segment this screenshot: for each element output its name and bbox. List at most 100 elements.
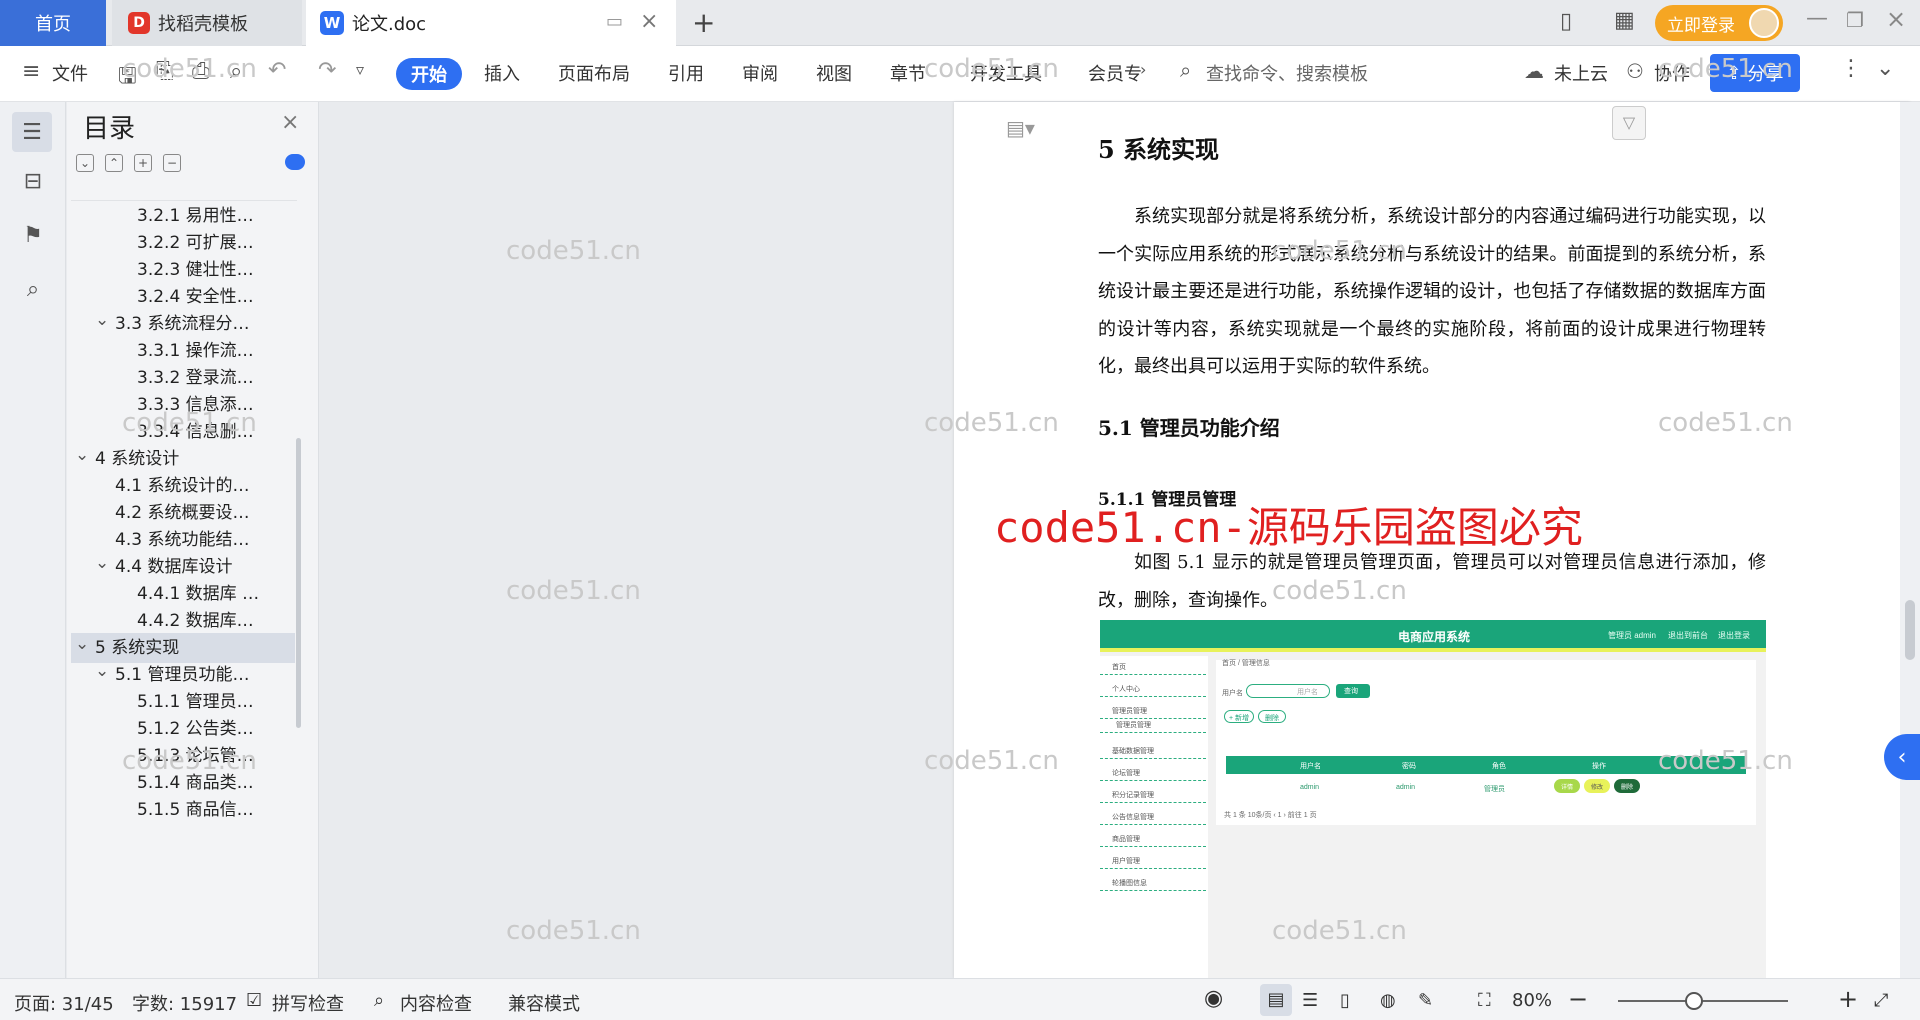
collapse-up-icon[interactable]: ⌃ <box>105 154 123 172</box>
close-icon[interactable]: × <box>281 110 299 135</box>
bookmark-icon[interactable]: ⚑ <box>18 220 48 250</box>
toc-item[interactable]: 5.1.5 商品信… <box>71 795 295 825</box>
collab-button[interactable]: 协作 <box>1654 60 1690 86</box>
preview-icon[interactable]: ⌕ <box>230 59 242 84</box>
collapse-all-icon[interactable]: − <box>163 154 181 172</box>
toc-item[interactable]: 5.1.4 商品类… <box>71 768 295 798</box>
restore-icon[interactable]: ❐ <box>1846 8 1864 32</box>
chevron-right-icon[interactable]: › <box>1140 60 1146 79</box>
filter-icon[interactable]: ▽ <box>1612 106 1646 140</box>
toc-item[interactable]: ⌄ 4.4 数据库设计 <box>71 552 295 582</box>
spell-check-button[interactable]: 拼写检查 <box>272 990 344 1016</box>
reading-view-icon[interactable]: ▯ <box>1340 990 1350 1011</box>
vertical-scrollbar[interactable] <box>1900 102 1920 978</box>
heading-2[interactable]: 5.1 管理员功能介绍 <box>1098 412 1280 441</box>
search-input[interactable]: 查找命令、搜索模板 <box>1206 60 1368 86</box>
web-view-icon[interactable]: ◍ <box>1380 990 1396 1011</box>
ai-icon[interactable] <box>285 154 305 170</box>
fullscreen-icon[interactable]: ⤢ <box>1874 990 1888 1011</box>
outline-view-icon[interactable]: ☰ <box>1302 990 1318 1011</box>
page-menu-icon[interactable]: ▤▾ <box>1006 116 1035 140</box>
ribbon-tab-member[interactable]: 会员专 <box>1088 60 1142 86</box>
ribbon-tab-view[interactable]: 视图 <box>816 60 852 86</box>
toc-item[interactable]: ⌄ 4 系统设计 <box>71 444 295 474</box>
cloud-status[interactable]: 未上云 <box>1554 60 1608 86</box>
collapse-ribbon-icon[interactable]: ⌄ <box>1876 56 1894 81</box>
chevron-down-icon[interactable]: ⌄ <box>95 660 109 686</box>
toc-item[interactable]: 3.3.4 信息删… <box>71 417 295 447</box>
layout-icon[interactable]: ▯ <box>1560 9 1572 34</box>
eye-protection-icon[interactable]: ◉ <box>1204 986 1223 1011</box>
chevron-down-icon[interactable]: ⌄ <box>95 309 109 335</box>
more-dropdown-icon[interactable]: ▿ <box>356 60 364 79</box>
toc-scrollbar[interactable] <box>296 438 301 728</box>
pen-icon[interactable]: ✎ <box>1418 990 1433 1011</box>
apps-grid-icon[interactable]: ▦ <box>1614 8 1635 33</box>
zoom-out-icon[interactable]: − <box>1568 985 1588 1013</box>
redo-icon[interactable]: ↷ <box>318 58 336 83</box>
toc-item[interactable]: 3.3.2 登录流… <box>71 363 295 393</box>
page-view-icon[interactable]: ▤ <box>1260 984 1292 1016</box>
toc-icon[interactable]: ☰ <box>12 112 52 152</box>
embedded-screenshot[interactable]: 电商应用系统 管理员 admin 退出到前台 退出登录 首页 个人中心 管理员管理管… <box>1100 620 1766 978</box>
compat-mode[interactable]: 兼容模式 <box>508 990 580 1016</box>
paragraph[interactable]: 系统实现部分就是将系统分析，系统设计部分的内容通过编码进行功能实现，以一个实际应… <box>1098 198 1766 386</box>
zoom-in-icon[interactable]: + <box>1838 985 1858 1013</box>
heading-1[interactable]: 5 系统实现 <box>1098 130 1219 165</box>
toc-item[interactable]: 5.1.3 论坛管… <box>71 741 295 771</box>
find-icon[interactable]: ⌕ <box>18 274 48 304</box>
monitor-icon[interactable]: ▭ <box>606 11 623 32</box>
chevron-down-icon[interactable]: ⌄ <box>95 552 109 578</box>
chevron-down-icon[interactable]: ⌄ <box>75 633 89 659</box>
ribbon-tab-references[interactable]: 引用 <box>668 60 704 86</box>
new-tab-button[interactable]: + <box>692 6 715 39</box>
close-tab-icon[interactable]: × <box>640 9 658 34</box>
scroll-thumb[interactable] <box>1905 600 1915 660</box>
content-check-button[interactable]: 内容检查 <box>400 990 472 1016</box>
ribbon-tab-layout[interactable]: 页面布局 <box>558 60 630 86</box>
toc-item[interactable]: 5.1.2 公告类… <box>71 714 295 744</box>
file-menu[interactable]: 文件 <box>52 60 88 86</box>
login-button[interactable]: 立即登录 <box>1655 5 1783 41</box>
print-icon[interactable]: ⎙ <box>192 59 210 84</box>
tab-document[interactable]: W 论文.doc ▭ × <box>306 0 676 46</box>
tab-home[interactable]: 首页 <box>0 0 106 46</box>
kebab-menu-icon[interactable]: ⋮ <box>1840 56 1862 81</box>
paragraph[interactable]: 如图 5.1 显示的就是管理员管理页面，管理员可以对管理员信息进行添加，修改，删… <box>1098 544 1766 619</box>
toc-item[interactable]: 4.1 系统设计的… <box>71 471 295 501</box>
ribbon-tab-start[interactable]: 开始 <box>396 58 462 90</box>
tab-daoke[interactable]: D 找稻壳模板 <box>112 0 302 46</box>
toc-item[interactable]: 4.3 系统功能结… <box>71 525 295 555</box>
toc-item[interactable]: 5.1.1 管理员… <box>71 687 295 717</box>
hamburger-icon[interactable]: ≡ <box>22 59 40 84</box>
ribbon-tab-insert[interactable]: 插入 <box>484 60 520 86</box>
toc-item[interactable]: 4.4.2 数据库… <box>71 606 295 636</box>
toc-item[interactable]: 3.2.2 可扩展… <box>71 228 295 258</box>
toc-item[interactable]: ⌄ 5.1 管理员功能… <box>71 660 295 690</box>
fit-page-icon[interactable]: ⛶ <box>1478 990 1491 1011</box>
toc-item[interactable]: 3.3.1 操作流… <box>71 336 295 366</box>
chevron-down-icon[interactable]: ⌄ <box>75 444 89 470</box>
outline-icon[interactable]: ⊟ <box>18 166 48 196</box>
export-icon[interactable]: ⎘ <box>156 59 174 84</box>
close-window-icon[interactable]: × <box>1886 5 1906 33</box>
page-indicator[interactable]: 页面: 31/45 <box>14 990 114 1016</box>
toc-item[interactable]: 4.2 系统概要设… <box>71 498 295 528</box>
toc-item[interactable]: 4.4.1 数据库 … <box>71 579 295 609</box>
zoom-level[interactable]: 80% <box>1512 990 1552 1011</box>
toc-item[interactable]: ⌄ 5 系统实现 <box>71 633 295 663</box>
toc-item[interactable]: 3.2.4 安全性… <box>71 282 295 312</box>
toc-item[interactable]: ⌄ 3.3 系统流程分… <box>71 309 295 339</box>
toc-item[interactable]: 3.2.3 健壮性… <box>71 255 295 285</box>
toc-item[interactable]: 3.3.3 信息添… <box>71 390 295 420</box>
minimize-icon[interactable]: — <box>1806 6 1828 31</box>
undo-icon[interactable]: ↶ <box>268 58 286 83</box>
zoom-slider-handle[interactable] <box>1685 992 1703 1010</box>
expand-down-icon[interactable]: ⌄ <box>76 154 94 172</box>
toc-item[interactable]: 3.2.1 易用性… <box>71 201 295 231</box>
share-button[interactable]: ⇪ 分享 <box>1710 54 1800 92</box>
ribbon-tab-developer[interactable]: 开发工具 <box>970 60 1042 86</box>
save-icon[interactable]: 🖫 <box>118 59 137 97</box>
expand-all-icon[interactable]: + <box>134 154 152 172</box>
ribbon-tab-review[interactable]: 审阅 <box>742 60 778 86</box>
